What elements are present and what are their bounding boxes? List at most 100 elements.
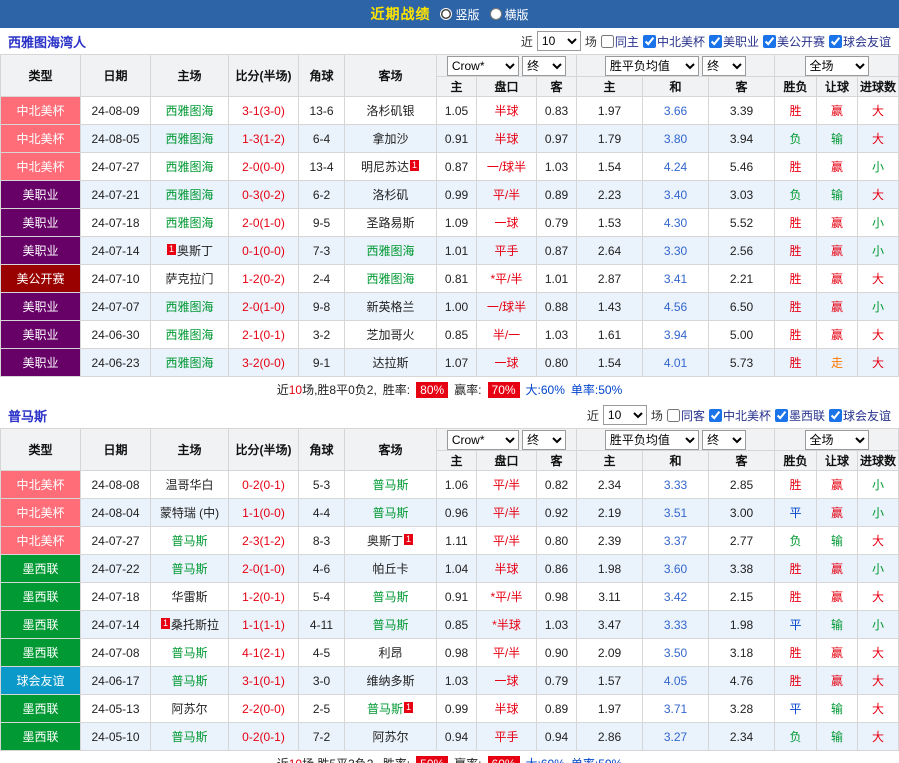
score-link[interactable]: 0-2(0-1) [228,722,299,751]
team-name-link[interactable]: 普马斯 [372,618,408,632]
team-name-link[interactable]: 芝加哥火 [366,328,414,342]
team-title: 西雅图海湾人 [8,34,87,50]
odds-final-select[interactable]: 终 [522,429,567,450]
score-link[interactable]: 3-1(0-1) [228,666,299,695]
league-checkbox[interactable] [642,34,656,48]
team-name-link[interactable]: 普马斯 [171,562,207,576]
score-link[interactable]: 3-2(0-0) [228,348,299,377]
league-checkbox[interactable] [762,34,776,48]
team-name-link[interactable]: 新英格兰 [366,300,414,314]
team-name-link[interactable]: 帕丘卡 [372,562,408,576]
score-link[interactable]: 1-1(0-0) [228,498,299,527]
league-filter-liga-mx[interactable]: 墨西联 [774,407,825,424]
team-name-link[interactable]: 西雅图海 [165,160,213,174]
team-name-link[interactable]: 奥斯丁 [367,534,403,548]
europe-away-odds: 2.77 [707,526,776,555]
team-name-link[interactable]: 萨克拉门 [165,272,213,286]
team-name-link[interactable]: 普马斯 [372,506,408,520]
score-link[interactable]: 1-2(0-1) [228,582,299,611]
team-name-link[interactable]: 蒙特瑞 (中) [160,506,219,520]
score-link[interactable]: 2-3(1-2) [228,526,299,555]
score-link[interactable]: 1-1(1-1) [228,610,299,639]
team-name-link[interactable]: 温哥华白 [165,478,213,492]
league-filter-mls[interactable]: 美职业 [708,33,759,50]
score-link[interactable]: 0-1(0-0) [228,236,299,265]
team-name-link[interactable]: 维纳多斯 [366,674,414,688]
score-link[interactable]: 2-1(0-1) [228,320,299,349]
score-link[interactable]: 3-1(3-0) [228,96,299,125]
team-name-link[interactable]: 西雅图海 [366,272,414,286]
score-link[interactable]: 2-0(1-0) [228,554,299,583]
layout-horizontal-radio[interactable] [489,8,502,20]
score-link[interactable]: 0-2(0-1) [228,470,299,499]
team-name-link[interactable]: 阿苏尔 [171,702,207,716]
same-venue-filter[interactable]: 同主 [600,33,639,50]
team-name-link[interactable]: 西雅图海 [165,356,213,370]
score-link[interactable]: 1-3(1-2) [228,124,299,153]
odds-final-select[interactable]: 终 [522,55,567,76]
team-name-link[interactable]: 西雅图海 [165,216,213,230]
layout-horizontal-option[interactable]: 横版 [489,6,529,23]
team-name-link[interactable]: 西雅图海 [165,300,213,314]
team-name-link[interactable]: 阿苏尔 [372,730,408,744]
europe-draw-odds: 3.41 [642,264,709,293]
team-name-link[interactable]: 西雅图海 [165,104,213,118]
team-name-link[interactable]: 洛杉矶 [372,188,408,202]
league-filter-concacaf[interactable]: 中北美杯 [642,33,705,50]
team-name-link[interactable]: 拿加沙 [372,132,408,146]
score-link[interactable]: 2-0(1-0) [228,208,299,237]
europe-final-select[interactable]: 终 [702,55,747,76]
league-checkbox[interactable] [708,408,722,422]
team-name-link[interactable]: 达拉斯 [372,356,408,370]
team-name-link[interactable]: 普马斯 [171,534,207,548]
competition-type: 美职业 [0,348,81,377]
team-name-link[interactable]: 利昂 [378,646,402,660]
team-name-link[interactable]: 普马斯 [171,646,207,660]
league-checkbox[interactable] [828,34,842,48]
league-filter-concacaf[interactable]: 中北美杯 [708,407,771,424]
odds-company-select[interactable]: Crow* [446,55,519,76]
team-name-link[interactable]: 西雅图海 [165,132,213,146]
score-link[interactable]: 4-1(2-1) [228,638,299,667]
scope-select[interactable]: 全场 [804,55,869,76]
europe-avg-select[interactable]: 胜平负均值 [604,429,699,450]
same-venue-checkbox[interactable] [600,34,614,48]
score-link[interactable]: 2-0(0-0) [228,152,299,181]
team-name-link[interactable]: 西雅图海 [366,244,414,258]
away-team-cell: 普马斯 [344,610,437,639]
recent-count-select[interactable]: 10 [602,405,647,425]
team-name-link[interactable]: 华雷斯 [171,590,207,604]
team-name-link[interactable]: 明尼苏达 [361,160,409,174]
team-name-link[interactable]: 普马斯 [171,730,207,744]
league-checkbox[interactable] [708,34,722,48]
team-name-link[interactable]: 桑托斯拉 [171,618,219,632]
same-venue-checkbox[interactable] [666,408,680,422]
score-link[interactable]: 2-0(1-0) [228,292,299,321]
team-name-link[interactable]: 普马斯 [367,702,403,716]
score-link[interactable]: 1-2(0-2) [228,264,299,293]
team-name-link[interactable]: 奥斯丁 [177,244,213,258]
layout-vertical-option[interactable]: 竖版 [440,6,480,23]
same-venue-filter[interactable]: 同客 [666,407,705,424]
league-checkbox[interactable] [828,408,842,422]
league-filter-us-open-cup[interactable]: 美公开赛 [762,33,825,50]
team-name-link[interactable]: 西雅图海 [165,188,213,202]
team-name-link[interactable]: 普马斯 [372,478,408,492]
layout-vertical-radio[interactable] [440,8,453,20]
team-name-link[interactable]: 洛杉矶银 [366,104,414,118]
europe-avg-select[interactable]: 胜平负均值 [604,55,699,76]
home-team-cell: 普马斯 [150,722,229,751]
team-name-link[interactable]: 西雅图海 [165,328,213,342]
scope-select[interactable]: 全场 [804,429,869,450]
league-checkbox[interactable] [774,408,788,422]
europe-final-select[interactable]: 终 [702,429,747,450]
team-name-link[interactable]: 普马斯 [372,590,408,604]
team-name-link[interactable]: 圣路易斯 [366,216,414,230]
score-link[interactable]: 2-2(0-0) [228,694,299,723]
league-filter-club-friendly[interactable]: 球会友谊 [828,407,891,424]
odds-company-select[interactable]: Crow* [446,429,519,450]
recent-count-select[interactable]: 10 [536,31,581,51]
score-link[interactable]: 0-3(0-2) [228,180,299,209]
league-filter-club-friendly[interactable]: 球会友谊 [828,33,891,50]
team-name-link[interactable]: 普马斯 [171,674,207,688]
